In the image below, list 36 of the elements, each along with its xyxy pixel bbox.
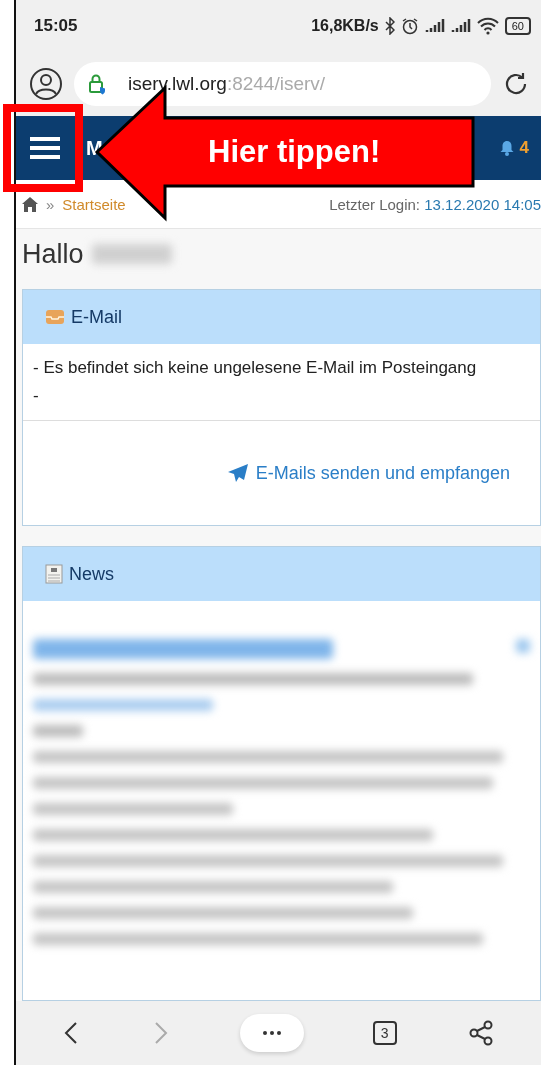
bell-icon [499, 140, 514, 156]
card-title: News [69, 563, 114, 585]
chevron-right-icon [154, 1022, 169, 1044]
signal-icon [424, 18, 445, 34]
menu-icon [30, 136, 60, 160]
newspaper-icon [45, 564, 63, 584]
battery-indicator: 60 [504, 17, 531, 35]
annotation-text: Hier tippen! [208, 134, 381, 170]
last-login: Letzter Login: 13.12.2020 14:05 [329, 195, 541, 213]
breadcrumb-separator: » [46, 195, 55, 213]
message-text: - [33, 385, 40, 407]
address-field[interactable]: iserv.lwl.org:8244/iserv/ [74, 62, 491, 106]
blurred-text [33, 725, 83, 737]
inbox-icon [45, 309, 65, 325]
paper-plane-icon [227, 464, 248, 482]
greeting: Hallo [22, 238, 84, 270]
profile-icon[interactable] [30, 68, 62, 100]
breadcrumb-link[interactable]: Startseite [62, 195, 322, 213]
notifications-button[interactable]: 4 [499, 138, 529, 158]
status-time: 15:05 [34, 16, 79, 36]
message-text: - Es befindet sich keine ungelesene E-Mail im Posteingang [33, 357, 478, 379]
reload-icon[interactable] [503, 71, 529, 97]
signal-icon [450, 18, 471, 34]
share-icon [468, 1020, 493, 1046]
chevron-left-icon [64, 1022, 79, 1044]
more-icon [263, 1031, 282, 1035]
card-title: E-Mail [71, 306, 122, 328]
bluetooth-icon [384, 17, 395, 35]
home-icon[interactable] [22, 196, 38, 212]
alarm-icon [400, 17, 419, 35]
tabs-button[interactable]: 3 [372, 1021, 397, 1045]
network-speed: 16,8KB/s [311, 17, 379, 35]
mail-link[interactable]: E-Mails senden und empfangen [227, 462, 510, 484]
blurred-text [516, 639, 530, 653]
lock-icon [88, 73, 106, 95]
wifi-icon [476, 17, 499, 35]
